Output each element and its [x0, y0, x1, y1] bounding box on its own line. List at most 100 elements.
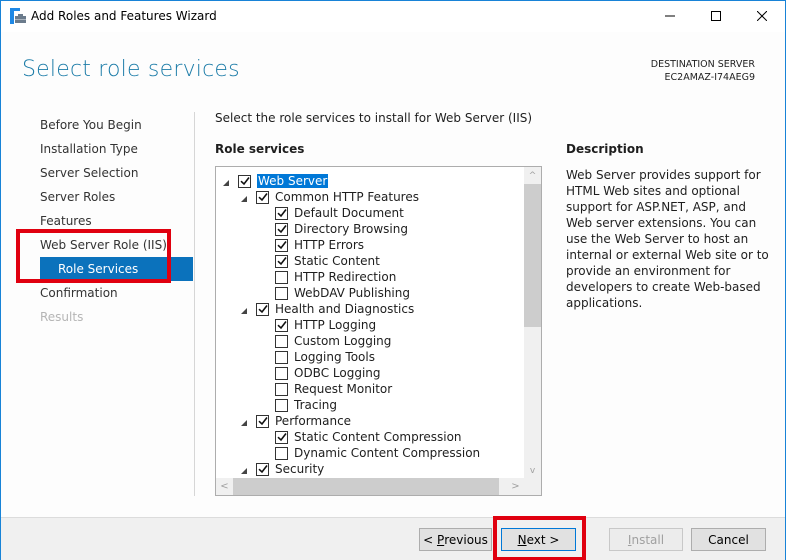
checkbox-unchecked[interactable] [275, 350, 288, 364]
expanded-triangle-icon[interactable] [221, 176, 231, 186]
install-button: Install [609, 528, 683, 551]
description-heading: Description [566, 142, 644, 156]
tree-item-label: Web Server [257, 174, 329, 188]
checkbox-unchecked[interactable] [275, 286, 288, 300]
checkbox-checked[interactable] [275, 222, 288, 236]
checkbox-checked[interactable] [256, 190, 269, 204]
tree-item[interactable]: ODBC Logging [275, 365, 381, 381]
tree-item-label: Static Content Compression [294, 430, 462, 444]
tree-item[interactable]: Directory Browsing [275, 221, 408, 237]
expanded-triangle-icon[interactable] [239, 304, 249, 314]
tree-item[interactable]: Common HTTP Features [239, 189, 419, 205]
previous-label: revious [444, 532, 488, 547]
tree-item-label: Tracing [294, 398, 338, 412]
destination-server-info: DESTINATION SERVER EC2AMAZ-I74AEG9 [651, 58, 755, 84]
tree-item[interactable]: Static Content Compression [275, 429, 462, 445]
scroll-right-icon[interactable]: > [507, 478, 524, 495]
horizontal-scrollbar[interactable]: < > [216, 478, 541, 495]
nav-role-services[interactable]: Role Services [40, 257, 193, 281]
checkbox-checked[interactable] [256, 302, 269, 316]
wizard-nav: Before You Begin Installation Type Serve… [1, 113, 196, 329]
tree-item[interactable]: WebDAV Publishing [275, 285, 410, 301]
checkmark-icon [276, 225, 287, 234]
scroll-left-icon[interactable]: < [216, 478, 233, 495]
description-text: Web Server provides support for HTML Web… [566, 168, 769, 310]
tree-item-label: WebDAV Publishing [294, 286, 410, 300]
checkbox-unchecked[interactable] [275, 334, 288, 348]
tree-item[interactable]: HTTP Logging [275, 317, 376, 333]
nav-features[interactable]: Features [1, 209, 196, 233]
tree-item[interactable]: Performance [239, 413, 351, 429]
expanded-triangle-icon[interactable] [239, 464, 249, 474]
nav-web-server-role[interactable]: Web Server Role (IIS) [1, 233, 196, 257]
checkbox-checked[interactable] [256, 462, 269, 476]
previous-mnemonic: P [436, 532, 445, 547]
checkbox-checked[interactable] [256, 414, 269, 428]
checkbox-checked[interactable] [275, 254, 288, 268]
instruction-text: Select the role services to install for … [215, 111, 533, 125]
install-label: nstall [631, 532, 665, 547]
tree-item-label: Dynamic Content Compression [294, 446, 481, 460]
scroll-up-icon[interactable]: ^ [524, 167, 541, 184]
nav-results: Results [40, 310, 84, 324]
tree-item-label: Directory Browsing [294, 222, 408, 236]
checkmark-icon [276, 209, 287, 218]
horizontal-scroll-thumb[interactable] [233, 478, 499, 495]
tree-item-label: HTTP Errors [294, 238, 365, 252]
maximize-button[interactable] [693, 1, 739, 32]
expanded-triangle-icon[interactable] [239, 416, 249, 426]
tree-item-label: Logging Tools [294, 350, 375, 364]
checkmark-icon [276, 257, 287, 266]
scroll-down-icon[interactable]: v [524, 462, 541, 479]
tree-item[interactable]: Default Document [275, 205, 404, 221]
previous-prefix: < [423, 532, 437, 547]
tree-item-label: Request Monitor [294, 382, 393, 396]
nav-confirmation[interactable]: Confirmation [1, 281, 196, 305]
checkbox-unchecked[interactable] [275, 398, 288, 412]
previous-button[interactable]: < Previous [419, 528, 492, 551]
tree-item-label: Performance [275, 414, 352, 428]
tree-item[interactable]: Static Content [275, 253, 380, 269]
tree-item[interactable]: HTTP Errors [275, 237, 364, 253]
cancel-button[interactable]: Cancel [691, 528, 766, 551]
tree-item[interactable]: Request Monitor [275, 381, 392, 397]
checkbox-unchecked[interactable] [275, 366, 288, 380]
tree-item-label: Default Document [294, 206, 404, 220]
next-label: ext > [526, 532, 560, 547]
window-title: Add Roles and Features Wizard [31, 9, 217, 23]
checkbox-unchecked[interactable] [275, 446, 288, 460]
checkbox-checked[interactable] [238, 174, 251, 188]
destination-server-label: DESTINATION SERVER [650, 59, 755, 70]
nav-server-selection[interactable]: Server Selection [1, 161, 196, 185]
next-button[interactable]: Next > [501, 528, 576, 551]
tree-item-label: HTTP Logging [294, 318, 377, 332]
close-icon [756, 10, 768, 24]
checkbox-unchecked[interactable] [275, 270, 288, 284]
minimize-button[interactable] [647, 1, 693, 32]
wizard-window: Add Roles and Features Wizard Select rol… [0, 0, 786, 560]
nav-installation-type[interactable]: Installation Type [1, 137, 196, 161]
tree-item[interactable]: Security [239, 461, 324, 477]
nav-server-roles[interactable]: Server Roles [1, 185, 196, 209]
tree-item[interactable]: Web Server [221, 173, 329, 189]
checkbox-unchecked[interactable] [275, 382, 288, 396]
vertical-scroll-thumb[interactable] [524, 184, 541, 327]
tree-item[interactable]: HTTP Redirection [275, 269, 396, 285]
tree-item[interactable]: Health and Diagnostics [239, 301, 414, 317]
tree-item[interactable]: Tracing [275, 397, 337, 413]
checkbox-checked[interactable] [275, 238, 288, 252]
vertical-scrollbar[interactable]: ^ v [524, 167, 541, 479]
close-button[interactable] [739, 1, 785, 32]
role-services-tree[interactable]: ^ v < > Web Server Common HTTP Features De… [215, 166, 542, 496]
tree-item[interactable]: Custom Logging [275, 333, 391, 349]
nav-before-you-begin[interactable]: Before You Begin [1, 113, 196, 137]
tree-item[interactable]: Logging Tools [275, 349, 375, 365]
checkbox-checked[interactable] [275, 206, 288, 220]
expanded-triangle-icon[interactable] [239, 192, 249, 202]
tree-item[interactable]: Dynamic Content Compression [275, 445, 480, 461]
checkbox-checked[interactable] [275, 318, 288, 332]
checkmark-icon [276, 321, 287, 330]
checkmark-icon [257, 465, 268, 474]
minimize-icon [665, 10, 675, 24]
checkbox-checked[interactable] [275, 430, 288, 444]
